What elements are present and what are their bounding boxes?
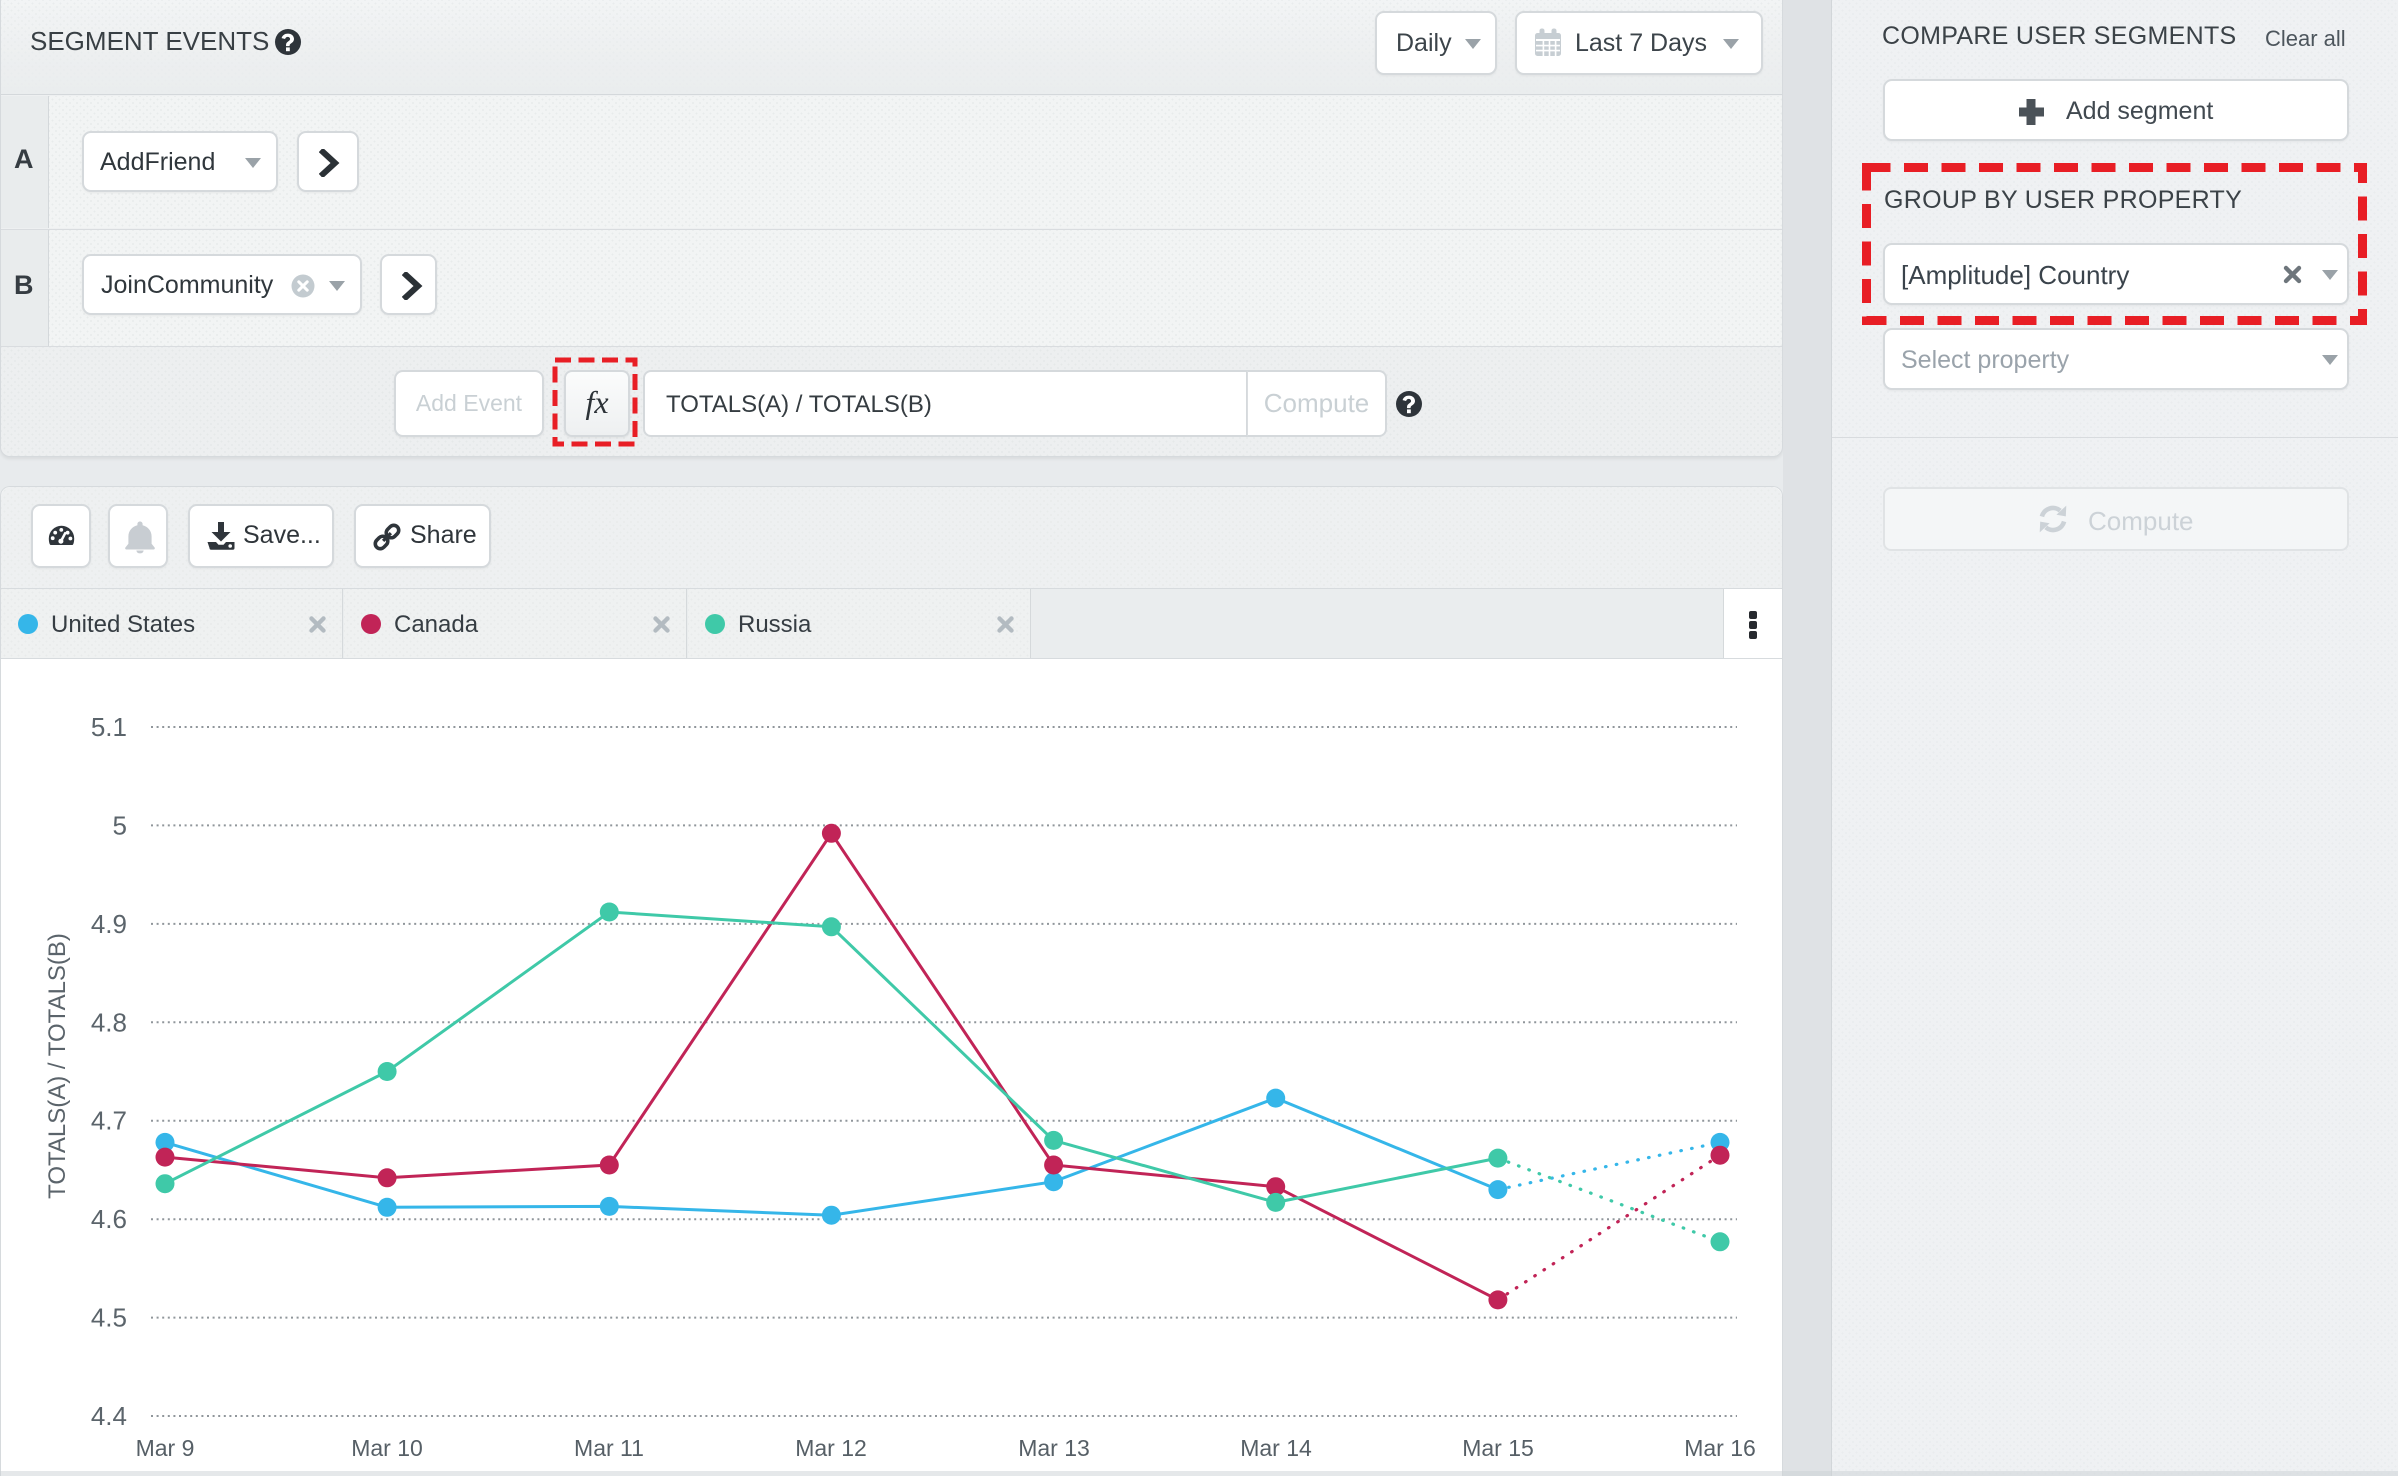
svg-text:Mar 14: Mar 14 bbox=[1240, 1435, 1312, 1461]
svg-text:4.7: 4.7 bbox=[91, 1106, 127, 1136]
svg-text:Mar 16: Mar 16 bbox=[1684, 1435, 1756, 1461]
svg-text:4.6: 4.6 bbox=[91, 1204, 127, 1234]
svg-text:Mar 13: Mar 13 bbox=[1018, 1435, 1090, 1461]
svg-text:4.8: 4.8 bbox=[91, 1007, 127, 1037]
svg-text:Mar 10: Mar 10 bbox=[351, 1435, 423, 1461]
svg-text:5: 5 bbox=[113, 810, 127, 840]
svg-text:Mar 9: Mar 9 bbox=[136, 1435, 195, 1461]
svg-text:4.4: 4.4 bbox=[91, 1401, 127, 1431]
svg-text:4.5: 4.5 bbox=[91, 1303, 127, 1333]
svg-text:4.9: 4.9 bbox=[91, 909, 127, 939]
svg-text:Mar 15: Mar 15 bbox=[1462, 1435, 1534, 1461]
svg-text:Mar 11: Mar 11 bbox=[574, 1435, 644, 1461]
svg-text:TOTALS(A) / TOTALS(B): TOTALS(A) / TOTALS(B) bbox=[44, 933, 71, 1199]
svg-text:Mar 12: Mar 12 bbox=[795, 1435, 867, 1461]
svg-text:5.1: 5.1 bbox=[91, 712, 127, 742]
